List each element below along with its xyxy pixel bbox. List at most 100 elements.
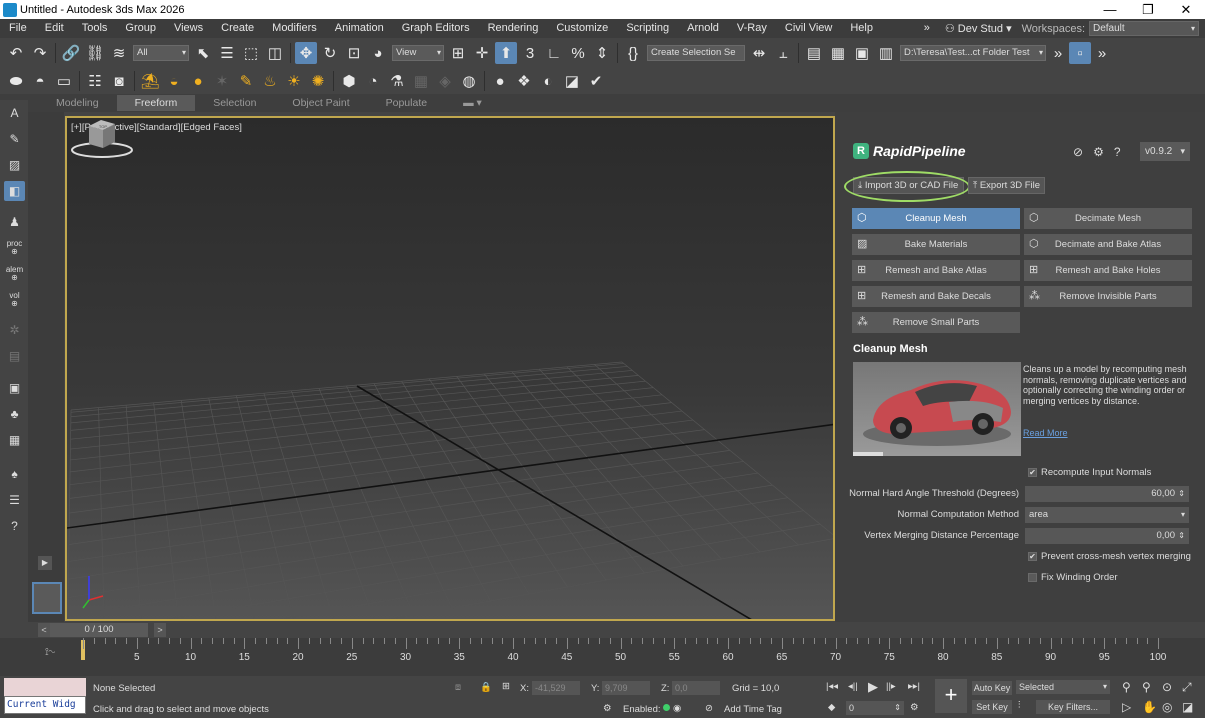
enabled-indicator-icon[interactable]: ◉	[660, 703, 681, 714]
menu-civil-view[interactable]: Civil View	[776, 19, 841, 38]
menu-help[interactable]: Help	[841, 19, 882, 38]
menu-customize[interactable]: Customize	[547, 19, 617, 38]
viewport-layout-thumbnail[interactable]	[32, 582, 62, 614]
current-frame-field[interactable]: 0 ⇕	[846, 701, 904, 715]
menu-views[interactable]: Views	[165, 19, 212, 38]
settings-icon[interactable]: ⚙	[1093, 145, 1104, 159]
alem-tool-icon[interactable]: alem ⊕	[4, 264, 25, 284]
list-tool-icon[interactable]: ☰	[4, 490, 25, 510]
selection-filter-dropdown[interactable]: All ▾	[133, 45, 189, 61]
key-mode-icon[interactable]: ◆	[828, 702, 835, 713]
vray-sky-icon[interactable]: ✺	[307, 70, 329, 92]
layer-tool-icon[interactable]: ▤	[4, 346, 25, 366]
tab-object-paint[interactable]: Object Paint	[274, 95, 367, 111]
hard-angle-spinner[interactable]: 60,00 ⇕	[1025, 486, 1189, 502]
menu-group[interactable]: Group	[116, 19, 165, 38]
spinner-snap-icon[interactable]: ⇕	[591, 42, 613, 64]
layer-explorer-icon[interactable]: ▦	[827, 42, 849, 64]
text-tool-icon[interactable]: A	[4, 103, 25, 123]
menu-vray[interactable]: V-Ray	[728, 19, 776, 38]
selection-set-dropdown[interactable]: Selected ▾	[1016, 680, 1110, 694]
auto-key-button[interactable]: Auto Key	[972, 681, 1012, 695]
vray-ies-icon[interactable]: ✎	[235, 70, 257, 92]
key-filters-button[interactable]: Key Filters...	[1036, 700, 1110, 714]
decimate-bake-atlas-button[interactable]: ⬡ Decimate and Bake Atlas	[1024, 234, 1192, 255]
place-icon[interactable]: ◕	[367, 42, 389, 64]
render-setup-icon[interactable]: ☷	[84, 70, 106, 92]
light-tool-icon[interactable]: ♟	[4, 212, 25, 232]
tab-modeling[interactable]: Modeling	[38, 95, 117, 111]
key-tangent-icon[interactable]: ⫶	[1018, 700, 1020, 711]
close-button[interactable]: ✕	[1167, 2, 1205, 18]
curve-editor-icon[interactable]: ▥	[875, 42, 897, 64]
help-circle-icon[interactable]: ?	[1114, 145, 1121, 159]
scale-icon[interactable]: ⊡	[343, 42, 365, 64]
vray-mesh-light-icon[interactable]: ✶	[211, 70, 233, 92]
field-of-view-icon[interactable]: ▷	[1122, 700, 1131, 714]
keyframe-icon[interactable]: ⟟∿	[45, 647, 55, 658]
unlink-icon[interactable]: ⛓	[84, 42, 106, 64]
rotate-icon[interactable]: ↻	[319, 42, 341, 64]
named-selection-set-dropdown[interactable]: Create Selection Se	[647, 45, 745, 61]
fix-winding-checkbox[interactable]: Fix Winding Order	[1028, 572, 1118, 583]
scene-explorer-icon[interactable]: ▤	[803, 42, 825, 64]
tree-tool-icon[interactable]: ♠	[4, 464, 25, 484]
toolbar-overflow-2-icon[interactable]: »	[1093, 42, 1111, 64]
menu-graph-editors[interactable]: Graph Editors	[393, 19, 479, 38]
menu-modifiers[interactable]: Modifiers	[263, 19, 326, 38]
select-by-name-icon[interactable]: ☰	[216, 42, 238, 64]
orbit-icon[interactable]: ◎	[1162, 700, 1172, 714]
add-time-tag-button[interactable]: Add Time Tag	[724, 704, 782, 715]
move-icon[interactable]: ✥	[295, 42, 317, 64]
window-crossing-icon[interactable]: ◫	[264, 42, 286, 64]
user-account[interactable]: ⚇ Dev Stud ▾	[939, 22, 1018, 35]
paint-tool-icon[interactable]: ▨	[4, 155, 25, 175]
render-frame-icon[interactable]: ▭	[53, 70, 75, 92]
maximize-button[interactable]: ❐	[1129, 2, 1167, 18]
perspective-viewport[interactable]: [+][Perspective][Standard][Edged Faces] …	[65, 116, 835, 621]
fx-tool-icon[interactable]: ✲	[4, 320, 25, 340]
z-coordinate-field[interactable]: 0,0	[672, 681, 720, 695]
snaps-toggle-icon[interactable]: 3	[519, 42, 541, 64]
prevent-cross-mesh-checkbox[interactable]: ✔ Prevent cross-mesh vertex merging	[1028, 551, 1191, 562]
bake-materials-button[interactable]: ▨ Bake Materials	[852, 234, 1020, 255]
angle-snap-icon[interactable]: ∟	[543, 42, 565, 64]
prev-frame-icon[interactable]: <	[38, 623, 50, 637]
vray-sphere-icon[interactable]: ●	[187, 70, 209, 92]
adaptive-degradation-icon[interactable]: ⚙	[603, 703, 612, 714]
time-slider[interactable]: < 0 / 100 >	[36, 623, 166, 637]
align-icon[interactable]: ⫠	[772, 42, 794, 64]
render-region-icon[interactable]: ▦	[4, 430, 25, 450]
export-file-button[interactable]: ⤒ Export 3D File	[968, 177, 1045, 194]
menu-overflow-button[interactable]: »	[915, 19, 939, 38]
teapot-icon[interactable]: ⬬	[5, 70, 27, 92]
next-frame-icon[interactable]: >	[154, 623, 166, 637]
save-icon[interactable]: ▫	[1069, 42, 1091, 64]
viewcube[interactable]: TOP	[67, 118, 137, 160]
ribbon-toggle-icon[interactable]: ▣	[851, 42, 873, 64]
menu-create[interactable]: Create	[212, 19, 263, 38]
undo-icon[interactable]: ↶	[5, 42, 27, 64]
absolute-mode-icon[interactable]: ⊞	[502, 681, 510, 692]
zoom-icon[interactable]: ⚲	[1122, 680, 1131, 694]
merge-distance-spinner[interactable]: 0,00 ⇕	[1025, 528, 1189, 544]
keyboard-shortcut-override-icon[interactable]: ⬆	[495, 42, 517, 64]
vray-proxy-icon[interactable]: ⬢	[338, 70, 360, 92]
vray-ambient-icon[interactable]: ♨	[259, 70, 281, 92]
select-manipulate-icon[interactable]: ✛	[471, 42, 493, 64]
project-folder-dropdown[interactable]: D:\Teresa\Test...ct Folder Test ▾	[900, 45, 1046, 61]
next-frame-icon[interactable]: ||▸	[886, 681, 896, 692]
set-key-button[interactable]: +	[935, 679, 967, 713]
light-bulb-icon[interactable]: ♣	[4, 404, 25, 424]
read-more-link[interactable]: Read More	[1023, 428, 1068, 438]
x-coordinate-field[interactable]: -41,529	[532, 681, 580, 695]
render-icon[interactable]: ◙	[108, 70, 130, 92]
remesh-bake-atlas-button[interactable]: ⊞ Remesh and Bake Atlas	[852, 260, 1020, 281]
cleanup-mesh-button[interactable]: ⬡ Cleanup Mesh	[852, 208, 1020, 229]
menu-edit[interactable]: Edit	[36, 19, 73, 38]
go-to-end-icon[interactable]: ▸▸|	[908, 681, 920, 692]
time-tag-icon[interactable]: ⊘	[705, 703, 713, 714]
go-to-start-icon[interactable]: |◂◂	[826, 681, 838, 692]
mirror-icon[interactable]: ⇹	[748, 42, 770, 64]
rectangular-selection-icon[interactable]: ⬚	[240, 42, 262, 64]
